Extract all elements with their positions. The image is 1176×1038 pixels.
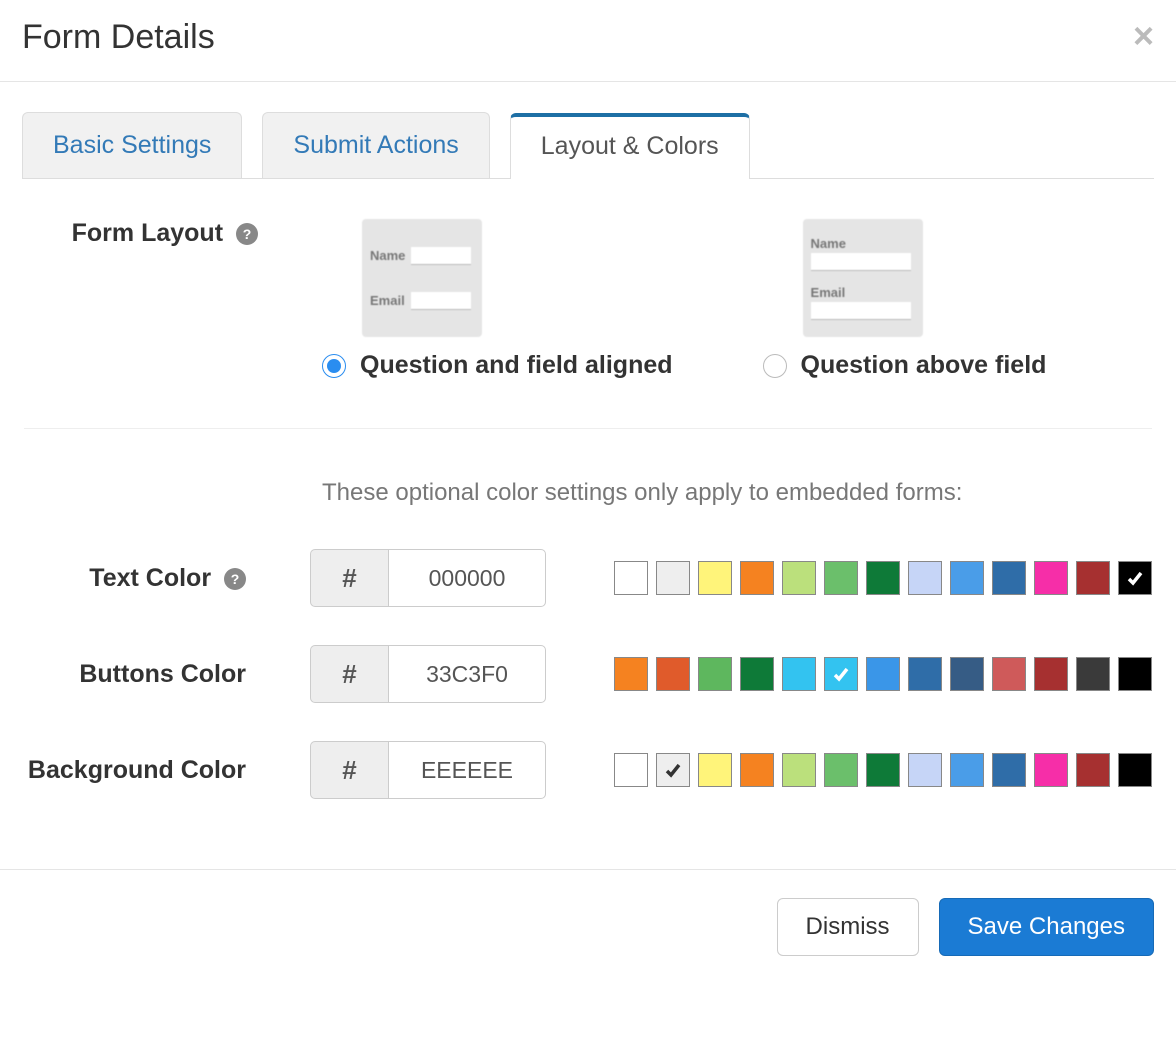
color-swatch[interactable] [866, 657, 900, 691]
buttons-color-label-text: Buttons Color [79, 660, 246, 688]
row-background-color: Background Color # [24, 741, 1152, 799]
radio-label-above: Question above field [801, 351, 1047, 380]
color-swatch[interactable] [1118, 561, 1152, 595]
dismiss-button[interactable]: Dismiss [777, 898, 919, 956]
color-swatch[interactable] [656, 657, 690, 691]
modal-body: Basic Settings Submit Actions Layout & C… [0, 112, 1176, 799]
hash-prefix-icon: # [310, 645, 388, 703]
hash-prefix-icon: # [310, 549, 388, 607]
form-layout-label: Form Layout ? [24, 219, 274, 248]
modal-footer: Dismiss Save Changes [0, 869, 1176, 984]
color-swatch[interactable] [656, 753, 690, 787]
modal-title: Form Details [22, 18, 215, 57]
tabs: Basic Settings Submit Actions Layout & C… [22, 112, 1154, 179]
color-swatch[interactable] [908, 753, 942, 787]
color-hint: These optional color settings only apply… [322, 479, 1152, 507]
tab-submit-actions[interactable]: Submit Actions [262, 112, 489, 178]
buttons-color-label: Buttons Color [24, 660, 262, 689]
color-swatch[interactable] [656, 561, 690, 595]
check-icon [1125, 568, 1145, 588]
color-swatch[interactable] [824, 657, 858, 691]
color-swatch[interactable] [950, 561, 984, 595]
text-color-input[interactable] [388, 549, 546, 607]
tab-layout-colors[interactable]: Layout & Colors [510, 113, 750, 179]
color-swatch[interactable] [950, 657, 984, 691]
buttons-color-swatches [614, 657, 1152, 691]
text-color-label: Text Color ? [24, 564, 262, 593]
color-swatch[interactable] [992, 753, 1026, 787]
background-color-label-text: Background Color [28, 756, 246, 784]
layout-option-above[interactable]: Name Email Question above field [763, 219, 1047, 380]
layout-preview-aligned: Name Email [362, 219, 482, 337]
color-swatch[interactable] [992, 561, 1026, 595]
color-swatch[interactable] [1076, 657, 1110, 691]
color-swatch[interactable] [614, 561, 648, 595]
color-swatch[interactable] [866, 753, 900, 787]
row-buttons-color: Buttons Color # [24, 645, 1152, 703]
radio-layout-above[interactable] [763, 354, 787, 378]
background-color-input[interactable] [388, 741, 546, 799]
section-form-layout: Form Layout ? Name Email Question and fi… [22, 179, 1154, 799]
background-color-swatches [614, 753, 1152, 787]
tab-basic-settings[interactable]: Basic Settings [22, 112, 242, 178]
background-color-label: Background Color [24, 756, 262, 785]
form-layout-label-text: Form Layout [72, 219, 223, 247]
color-swatch[interactable] [1076, 561, 1110, 595]
color-swatch[interactable] [908, 657, 942, 691]
radio-layout-aligned[interactable] [322, 354, 346, 378]
color-swatch[interactable] [1034, 561, 1068, 595]
color-swatch[interactable] [950, 753, 984, 787]
help-icon[interactable]: ? [236, 223, 258, 245]
help-icon[interactable]: ? [224, 568, 246, 590]
layout-preview-above: Name Email [803, 219, 923, 337]
color-swatch[interactable] [782, 753, 816, 787]
close-icon[interactable]: × [1133, 18, 1154, 54]
color-swatch[interactable] [1034, 753, 1068, 787]
color-swatch[interactable] [824, 561, 858, 595]
color-swatch[interactable] [908, 561, 942, 595]
save-button[interactable]: Save Changes [939, 898, 1154, 956]
check-icon [663, 760, 683, 780]
color-swatch[interactable] [992, 657, 1026, 691]
color-swatch[interactable] [1118, 753, 1152, 787]
color-swatch[interactable] [1034, 657, 1068, 691]
layout-option-aligned[interactable]: Name Email Question and field aligned [322, 219, 673, 380]
color-swatch[interactable] [1076, 753, 1110, 787]
color-swatch[interactable] [698, 657, 732, 691]
color-swatch[interactable] [740, 561, 774, 595]
modal-header: Form Details × [0, 0, 1176, 82]
color-swatch[interactable] [698, 561, 732, 595]
color-swatch[interactable] [782, 657, 816, 691]
divider [24, 428, 1152, 429]
color-swatch[interactable] [824, 753, 858, 787]
color-swatch[interactable] [782, 561, 816, 595]
color-swatch[interactable] [614, 657, 648, 691]
text-color-label-text: Text Color [89, 564, 211, 592]
text-color-swatches [614, 561, 1152, 595]
radio-label-aligned: Question and field aligned [360, 351, 673, 380]
color-swatch[interactable] [1118, 657, 1152, 691]
color-swatch[interactable] [698, 753, 732, 787]
buttons-color-input[interactable] [388, 645, 546, 703]
color-swatch[interactable] [614, 753, 648, 787]
color-swatch[interactable] [866, 561, 900, 595]
check-icon [831, 664, 851, 684]
color-swatch[interactable] [740, 753, 774, 787]
row-text-color: Text Color ? # [24, 549, 1152, 607]
color-swatch[interactable] [740, 657, 774, 691]
hash-prefix-icon: # [310, 741, 388, 799]
